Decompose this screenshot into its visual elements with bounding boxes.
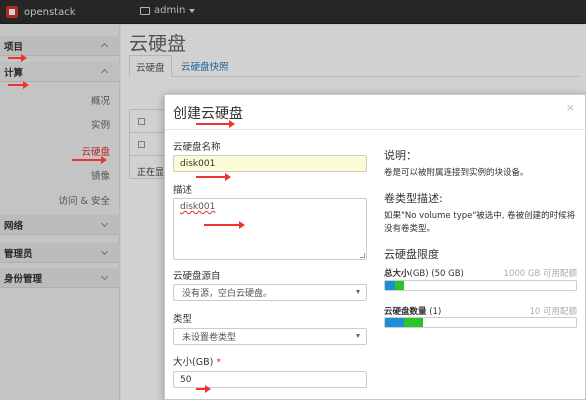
quota-count-used-segment: [385, 318, 405, 327]
volume-source-value: 没有源，空白云硬盘。: [182, 289, 273, 299]
quota-size-used-segment: [385, 281, 395, 290]
quota-total-size-value: (GB) (50 GB): [409, 269, 464, 279]
description-label: 描述: [173, 185, 193, 196]
quota-total-size-label: 总大小(GB) (50 GB): [384, 267, 464, 279]
dropdown-arrow-icon: [356, 334, 360, 338]
annotation-arrow: [196, 173, 231, 181]
create-volume-modal: 创建云硬盘 × 云硬盘名称 disk001 描述 disk001 云硬盘源自 没…: [164, 94, 586, 400]
volume-name-label: 云硬盘名称: [173, 142, 221, 153]
required-marker: *: [216, 357, 222, 368]
quota-volume-count-value: (1): [426, 307, 442, 317]
volume-type-label: 类型: [173, 314, 193, 325]
size-label-text: 大小(GB): [173, 357, 214, 368]
volume-type-select[interactable]: 未设置卷类型: [173, 328, 367, 345]
annotation-arrow: [196, 385, 211, 393]
annotation-arrow: [204, 221, 245, 229]
volume-type-desc-text: 如果"No volume type"被选中, 卷被创建的时候将没有卷类型。: [384, 211, 576, 234]
quota-size-added-segment: [394, 281, 405, 290]
quota-total-size-available: 1000 GB 可用配额: [503, 269, 577, 279]
close-icon[interactable]: ×: [566, 101, 575, 114]
annotation-arrow: [72, 156, 107, 164]
quota-title: 云硬盘限度: [384, 248, 439, 261]
annotation-arrow: [8, 81, 29, 89]
volume-type-value: 未设置卷类型: [182, 333, 237, 343]
volume-name-input[interactable]: disk001: [173, 155, 367, 172]
size-label: 大小(GB) *: [173, 354, 221, 368]
quota-volume-count-name: 云硬盘数量: [384, 307, 427, 317]
quota-volume-count-label: 云硬盘数量 (1): [384, 305, 441, 317]
quota-count-bar: [384, 317, 577, 328]
description-textarea[interactable]: disk001: [173, 198, 367, 260]
volume-source-label: 云硬盘源自: [173, 271, 221, 282]
quota-total-size-name: 总大小: [384, 269, 410, 279]
modal-divider: [165, 129, 586, 130]
quota-volume-count-available: 10 可用配额: [529, 307, 577, 317]
info-title: 说明：: [384, 149, 417, 162]
volume-type-desc-title: 卷类型描述:: [384, 192, 443, 205]
annotation-arrow: [196, 120, 235, 128]
quota-count-added-segment: [404, 318, 424, 327]
description-text: disk001: [180, 202, 216, 212]
info-text: 卷是可以被附属连接到实例的块设备。: [384, 168, 529, 178]
dropdown-arrow-icon: [356, 290, 360, 294]
quota-size-bar: [384, 280, 577, 291]
size-input[interactable]: 50: [173, 371, 367, 388]
volume-source-select[interactable]: 没有源，空白云硬盘。: [173, 284, 367, 301]
annotation-arrow: [8, 54, 27, 62]
resize-handle-icon[interactable]: [360, 253, 365, 258]
